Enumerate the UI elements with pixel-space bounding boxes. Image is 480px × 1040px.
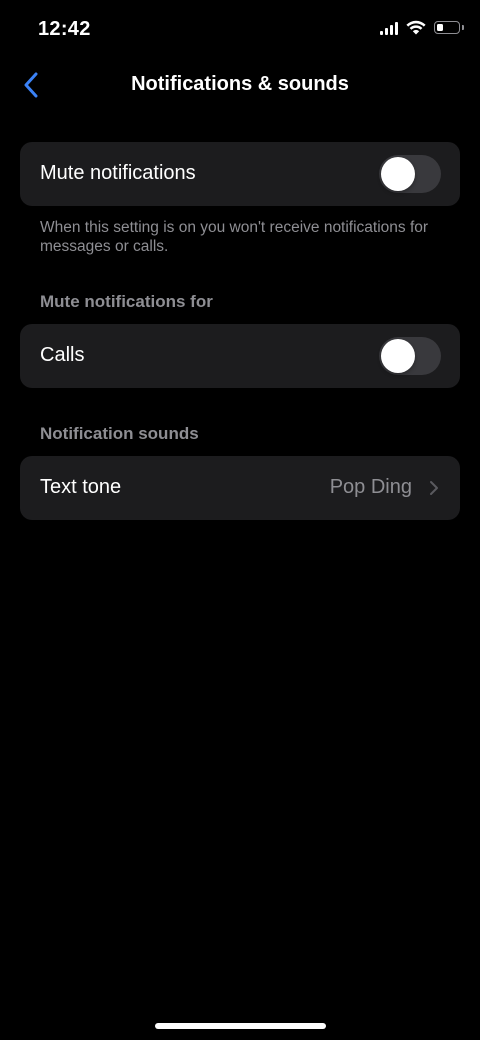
mute-notifications-toggle[interactable] — [379, 155, 441, 193]
status-icons — [380, 20, 464, 35]
text-tone-value: Pop Ding — [329, 476, 412, 498]
navigation-bar: Notifications & sounds — [0, 60, 480, 110]
section-header-mute-notifications-for: Mute notifications for — [40, 292, 213, 311]
cellular-signal-icon — [380, 21, 398, 35]
calls-toggle[interactable] — [379, 337, 441, 375]
calls-label: Calls — [40, 344, 85, 366]
text-tone-label: Text tone — [40, 476, 122, 498]
home-indicator — [155, 1023, 326, 1029]
battery-icon — [434, 21, 464, 34]
section-header-notification-sounds: Notification sounds — [40, 424, 199, 443]
text-tone-row[interactable]: Text tone Pop Ding — [20, 456, 460, 520]
toggle-knob — [381, 157, 415, 191]
battery-level — [436, 23, 443, 31]
calls-row: Calls — [20, 324, 460, 388]
toggle-knob — [381, 339, 415, 373]
page-title: Notifications & sounds — [131, 73, 349, 95]
chevron-right-icon — [430, 481, 438, 495]
status-bar: 12:42 — [0, 0, 480, 60]
mute-notifications-description: When this setting is on you won't receiv… — [40, 219, 429, 255]
mute-notifications-row: Mute notifications — [20, 142, 460, 206]
wifi-icon — [406, 20, 426, 35]
mute-notifications-label: Mute notifications — [40, 162, 196, 184]
status-time: 12:42 — [38, 18, 91, 40]
